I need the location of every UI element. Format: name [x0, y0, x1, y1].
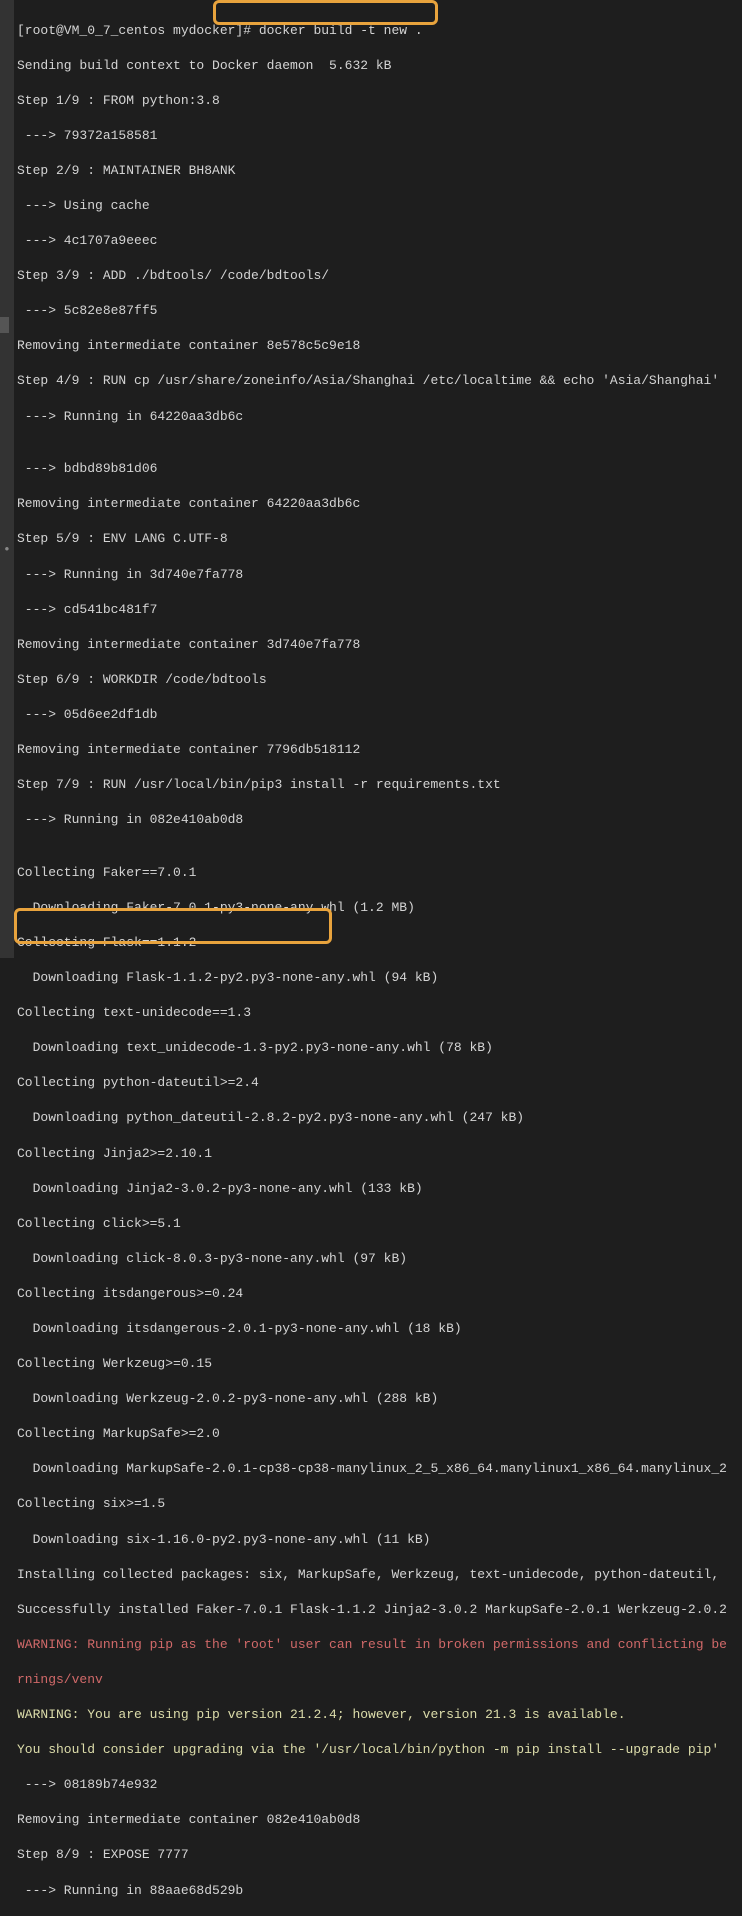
shell-prompt: [root@VM_0_7_centos mydocker]#	[17, 23, 259, 38]
terminal-line: Sending build context to Docker daemon 5…	[17, 57, 742, 75]
terminal-line: ---> 5c82e8e87ff5	[17, 302, 742, 320]
terminal-warning-line: WARNING: Running pip as the 'root' user …	[17, 1636, 742, 1654]
terminal-line: Removing intermediate container 64220aa3…	[17, 495, 742, 513]
terminal-line: Successfully installed Faker-7.0.1 Flask…	[17, 1601, 742, 1619]
terminal-line: Downloading MarkupSafe-2.0.1-cp38-cp38-m…	[17, 1460, 742, 1478]
terminal-line: Downloading Jinja2-3.0.2-py3-none-any.wh…	[17, 1180, 742, 1198]
terminal-line: ---> Running in 88aae68d529b	[17, 1882, 742, 1900]
editor-gutter	[0, 0, 14, 958]
terminal-line: Step 4/9 : RUN cp /usr/share/zoneinfo/As…	[17, 372, 742, 390]
terminal-line: Collecting Flask==1.1.2	[17, 934, 742, 952]
terminal-line: Step 2/9 : MAINTAINER BH8ANK	[17, 162, 742, 180]
terminal-line: Collecting Werkzeug>=0.15	[17, 1355, 742, 1373]
terminal-line: Collecting six>=1.5	[17, 1495, 742, 1513]
terminal-line: Collecting python-dateutil>=2.4	[17, 1074, 742, 1092]
terminal-line: [root@VM_0_7_centos mydocker]# docker bu…	[17, 22, 742, 40]
terminal-line: Downloading text_unidecode-1.3-py2.py3-n…	[17, 1039, 742, 1057]
terminal-line: Step 3/9 : ADD ./bdtools/ /code/bdtools/	[17, 267, 742, 285]
shell-command: docker build -t new .	[259, 23, 423, 38]
terminal-line: Removing intermediate container 7796db51…	[17, 741, 742, 759]
terminal-line: ---> Running in 082e410ab0d8	[17, 811, 742, 829]
terminal-line: Step 1/9 : FROM python:3.8	[17, 92, 742, 110]
terminal-line: Collecting text-unidecode==1.3	[17, 1004, 742, 1022]
terminal-line: Downloading Flask-1.1.2-py2.py3-none-any…	[17, 969, 742, 987]
terminal-line: Collecting MarkupSafe>=2.0	[17, 1425, 742, 1443]
terminal-line: ---> 05d6ee2df1db	[17, 706, 742, 724]
terminal-line: ---> Running in 64220aa3db6c	[17, 408, 742, 426]
terminal-line: ---> Using cache	[17, 197, 742, 215]
terminal-line: Step 7/9 : RUN /usr/local/bin/pip3 insta…	[17, 776, 742, 794]
terminal-line: Step 8/9 : EXPOSE 7777	[17, 1846, 742, 1864]
terminal-line: Downloading Faker-7.0.1-py3-none-any.whl…	[17, 899, 742, 917]
terminal-line: Collecting click>=5.1	[17, 1215, 742, 1233]
terminal-line: Installing collected packages: six, Mark…	[17, 1566, 742, 1584]
terminal-line: Collecting Jinja2>=2.10.1	[17, 1145, 742, 1163]
terminal-line: Downloading python_dateutil-2.8.2-py2.py…	[17, 1109, 742, 1127]
terminal-line: Removing intermediate container 8e578c5c…	[17, 337, 742, 355]
gutter-breakpoint-marker: •	[3, 541, 8, 546]
terminal-line: Downloading click-8.0.3-py3-none-any.whl…	[17, 1250, 742, 1268]
terminal-line: Downloading Werkzeug-2.0.2-py3-none-any.…	[17, 1390, 742, 1408]
terminal-line: Step 5/9 : ENV LANG C.UTF-8	[17, 530, 742, 548]
gutter-modified-marker	[0, 317, 9, 333]
terminal-line: Downloading itsdangerous-2.0.1-py3-none-…	[17, 1320, 742, 1338]
terminal-line: Downloading six-1.16.0-py2.py3-none-any.…	[17, 1531, 742, 1549]
terminal-line: Removing intermediate container 3d740e7f…	[17, 636, 742, 654]
terminal-output[interactable]: [root@VM_0_7_centos mydocker]# docker bu…	[17, 4, 742, 1916]
terminal-line: Collecting itsdangerous>=0.24	[17, 1285, 742, 1303]
terminal-line: ---> bdbd89b81d06	[17, 460, 742, 478]
terminal-line: ---> 4c1707a9eeec	[17, 232, 742, 250]
terminal-warning-line: WARNING: You are using pip version 21.2.…	[17, 1706, 742, 1724]
terminal-line: ---> 79372a158581	[17, 127, 742, 145]
terminal-line: ---> cd541bc481f7	[17, 601, 742, 619]
terminal-line: Collecting Faker==7.0.1	[17, 864, 742, 882]
terminal-warning-line: rnings/venv	[17, 1671, 742, 1689]
terminal-warning-line: You should consider upgrading via the '/…	[17, 1741, 742, 1759]
terminal-line: Removing intermediate container 082e410a…	[17, 1811, 742, 1829]
terminal-line: Step 6/9 : WORKDIR /code/bdtools	[17, 671, 742, 689]
terminal-line: ---> 08189b74e932	[17, 1776, 742, 1794]
terminal-line: ---> Running in 3d740e7fa778	[17, 566, 742, 584]
